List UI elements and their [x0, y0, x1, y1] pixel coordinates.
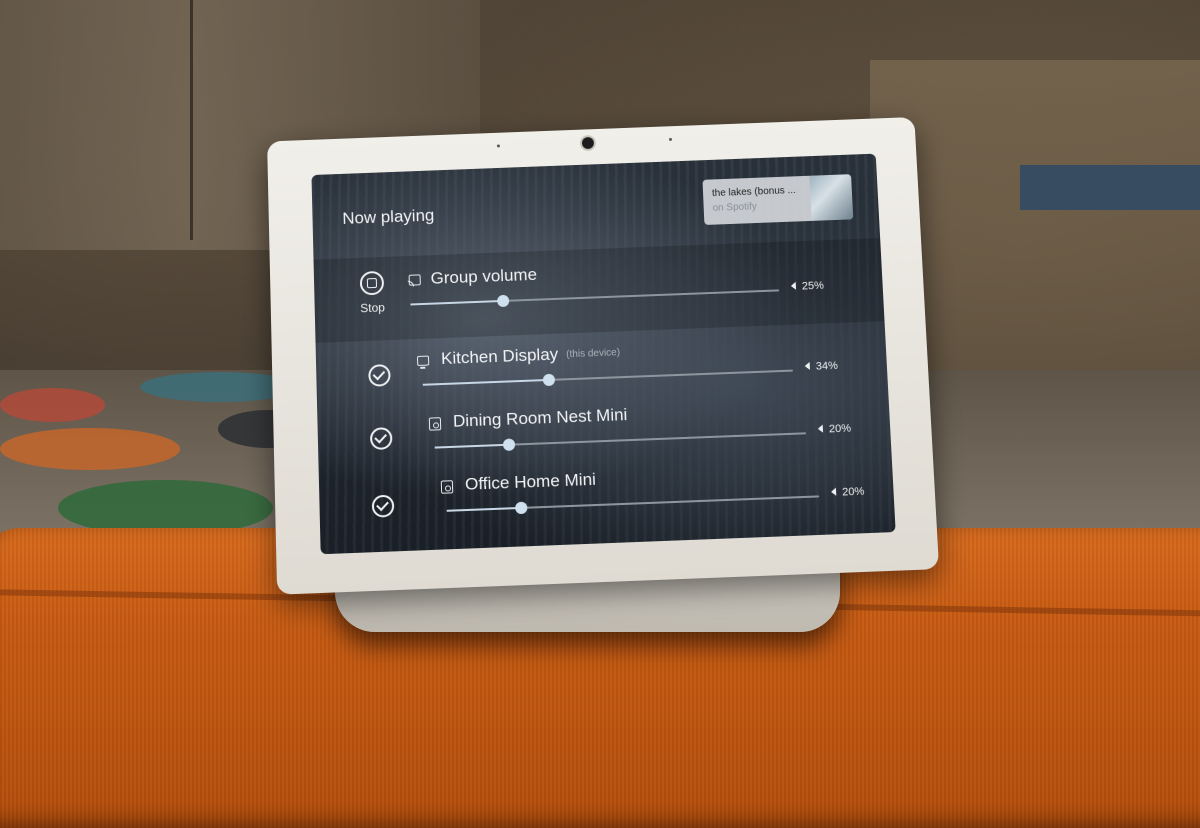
nest-hub-device: Now playing the lakes (bonus ... on Spot… — [267, 117, 939, 595]
check-icon[interactable] — [368, 364, 391, 387]
ambient-sensor — [497, 144, 500, 147]
media-source: on Spotify — [712, 201, 757, 213]
device-name: Dining Room Nest Mini — [453, 405, 628, 432]
device-name: Kitchen Display (this device) — [441, 342, 621, 369]
device-volume-readout: 20% — [818, 423, 852, 436]
check-icon[interactable] — [372, 495, 395, 518]
device-volume-value: 20% — [842, 486, 865, 499]
device-volume-slider[interactable] — [423, 370, 793, 386]
group-volume-value: 25% — [802, 280, 825, 293]
device-volume-value: 20% — [829, 423, 852, 436]
volume-icon — [791, 282, 796, 290]
check-icon[interactable] — [370, 427, 393, 450]
stop-button[interactable]: Stop — [352, 270, 393, 315]
device-screen: Now playing the lakes (bonus ... on Spot… — [311, 154, 895, 555]
slider-thumb[interactable] — [515, 502, 528, 515]
volume-icon — [831, 488, 836, 496]
device-name: Office Home Mini — [465, 470, 597, 495]
volume-icon — [805, 362, 810, 370]
display-icon — [417, 356, 429, 366]
device-volume-readout: 20% — [831, 486, 865, 499]
volume-icon — [818, 425, 823, 433]
stop-icon — [360, 271, 385, 296]
rug-spot — [0, 388, 105, 422]
background-door-edge — [190, 0, 193, 240]
media-card[interactable]: the lakes (bonus ... on Spotify — [702, 174, 853, 225]
device-note: (this device) — [566, 347, 620, 360]
slider-thumb[interactable] — [543, 374, 555, 386]
group-volume-readout: 25% — [791, 280, 824, 293]
device-volume-slider[interactable] — [447, 495, 820, 511]
background-blue-box — [1020, 165, 1200, 210]
camera-lens — [582, 137, 594, 149]
device-volume-value: 34% — [816, 360, 839, 373]
stop-label: Stop — [352, 300, 392, 315]
device-name-text: Kitchen Display — [441, 345, 559, 368]
slider-thumb[interactable] — [496, 295, 508, 307]
slider-fill — [423, 379, 549, 386]
media-title: the lakes (bonus ... — [712, 185, 796, 199]
device-volume-slider[interactable] — [435, 432, 806, 448]
speaker-icon — [429, 417, 441, 431]
cast-icon — [409, 274, 421, 285]
slider-fill — [447, 507, 522, 512]
group-volume-label: Group volume — [430, 265, 537, 289]
album-art — [809, 174, 853, 221]
ambient-sensor — [669, 138, 672, 141]
device-volume-readout: 34% — [805, 360, 839, 373]
slider-fill — [435, 444, 509, 449]
page-title: Now playing — [342, 206, 435, 229]
slider-thumb[interactable] — [503, 438, 515, 451]
rug-spot — [0, 428, 180, 470]
speaker-icon — [441, 480, 453, 494]
